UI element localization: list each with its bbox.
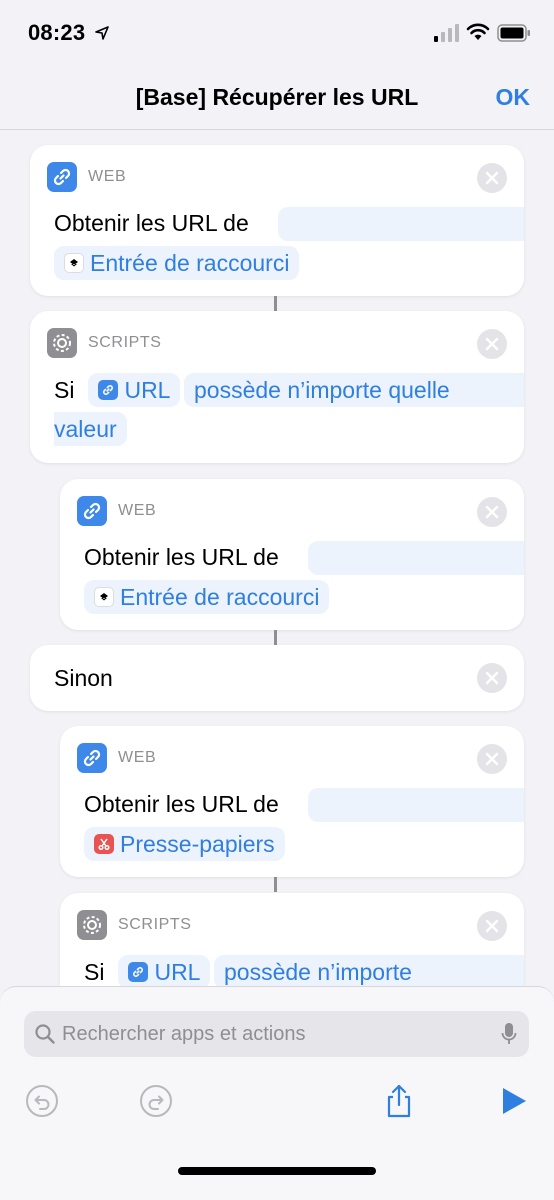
- search-icon: [35, 1024, 55, 1044]
- delete-action-button[interactable]: [477, 911, 507, 941]
- action-drawer: Rechercher apps et actions: [0, 986, 554, 1200]
- location-arrow-icon: [95, 26, 109, 40]
- action-card-get-urls[interactable]: WEB Obtenir les URL de Entrée de raccour…: [60, 479, 524, 630]
- signal-icon: [434, 24, 459, 42]
- home-indicator: [178, 1167, 376, 1175]
- action-verb: Obtenir les URL de: [84, 790, 279, 817]
- gear-icon: [77, 910, 107, 940]
- actions-list[interactable]: WEB Obtenir les URL de Entrée de raccour…: [0, 131, 554, 986]
- scissors-icon: [94, 834, 114, 854]
- delete-action-button[interactable]: [477, 497, 507, 527]
- link-icon: [128, 962, 149, 982]
- action-card-otherwise[interactable]: Sinon: [30, 645, 524, 711]
- delete-action-button[interactable]: [477, 744, 507, 774]
- shortcut-input-icon: [94, 587, 114, 607]
- action-verb: Obtenir les URL de: [54, 209, 249, 236]
- share-icon[interactable]: [381, 1083, 417, 1119]
- delete-action-button[interactable]: [477, 329, 507, 359]
- action-category: WEB: [118, 749, 157, 766]
- otherwise-label: Sinon: [54, 664, 113, 691]
- variable-token-url[interactable]: URL: [88, 373, 181, 407]
- flow-connector: [274, 296, 277, 311]
- nav-bar: [Base] Récupérer les URL OK: [0, 68, 554, 130]
- action-category: SCRIPTS: [88, 334, 162, 351]
- empty-parameter-field[interactable]: [308, 541, 524, 575]
- redo-icon[interactable]: [138, 1083, 174, 1119]
- page-title: [Base] Récupérer les URL: [135, 84, 419, 110]
- close-icon: [485, 671, 499, 685]
- action-card-get-urls[interactable]: WEB Obtenir les URL de Entrée de raccour…: [30, 145, 524, 296]
- action-category: WEB: [118, 502, 157, 519]
- action-header: WEB: [47, 162, 126, 192]
- if-keyword: Si: [84, 958, 105, 985]
- link-icon: [77, 496, 107, 526]
- battery-icon: [497, 24, 530, 42]
- link-icon: [77, 743, 107, 773]
- gear-icon: [47, 328, 77, 358]
- action-card-if[interactable]: SCRIPTS Si URL possède n’importe quelle …: [30, 311, 524, 463]
- close-icon: [485, 919, 499, 933]
- flow-connector: [274, 877, 277, 892]
- close-icon: [485, 171, 499, 185]
- microphone-icon[interactable]: [501, 1022, 517, 1046]
- undo-icon[interactable]: [24, 1083, 60, 1119]
- action-header: WEB: [77, 496, 156, 526]
- action-verb: Obtenir les URL de: [84, 543, 279, 570]
- link-icon: [98, 380, 119, 400]
- condition-parameter-continued[interactable]: valeur: [54, 412, 127, 446]
- close-icon: [485, 505, 499, 519]
- ok-button[interactable]: OK: [496, 84, 531, 111]
- status-bar: 08:23: [0, 0, 554, 68]
- action-category: SCRIPTS: [118, 916, 192, 933]
- play-icon[interactable]: [496, 1083, 532, 1119]
- action-header: SCRIPTS: [47, 328, 162, 358]
- empty-parameter-field[interactable]: [278, 207, 524, 241]
- close-icon: [485, 337, 499, 351]
- editor-toolbar: [0, 1071, 554, 1151]
- action-header: WEB: [77, 743, 156, 773]
- condition-parameter[interactable]: possède n’importe: [214, 955, 524, 986]
- delete-action-button[interactable]: [477, 663, 507, 693]
- if-keyword: Si: [54, 376, 75, 403]
- status-time: 08:23: [28, 20, 86, 45]
- variable-token-url[interactable]: URL: [118, 955, 211, 986]
- variable-token-clipboard[interactable]: Presse-papiers: [84, 827, 285, 861]
- empty-parameter-field[interactable]: [308, 788, 524, 822]
- action-header: SCRIPTS: [77, 910, 192, 940]
- variable-token-shortcut-input[interactable]: Entrée de raccourci: [54, 246, 300, 280]
- action-card-if[interactable]: SCRIPTS Si URL possède n’importe: [60, 893, 524, 986]
- condition-parameter[interactable]: possède n’importe quelle: [184, 373, 524, 407]
- action-card-get-urls[interactable]: WEB Obtenir les URL de Presse-papiers: [60, 726, 524, 877]
- close-icon: [485, 752, 499, 766]
- flow-connector: [274, 630, 277, 645]
- wifi-icon: [466, 23, 490, 40]
- delete-action-button[interactable]: [477, 163, 507, 193]
- action-category: WEB: [88, 168, 127, 185]
- link-icon: [47, 162, 77, 192]
- search-placeholder: Rechercher apps et actions: [62, 1023, 306, 1045]
- variable-token-shortcut-input[interactable]: Entrée de raccourci: [84, 580, 330, 614]
- shortcut-input-icon: [64, 253, 84, 273]
- search-field[interactable]: Rechercher apps et actions: [24, 1011, 529, 1057]
